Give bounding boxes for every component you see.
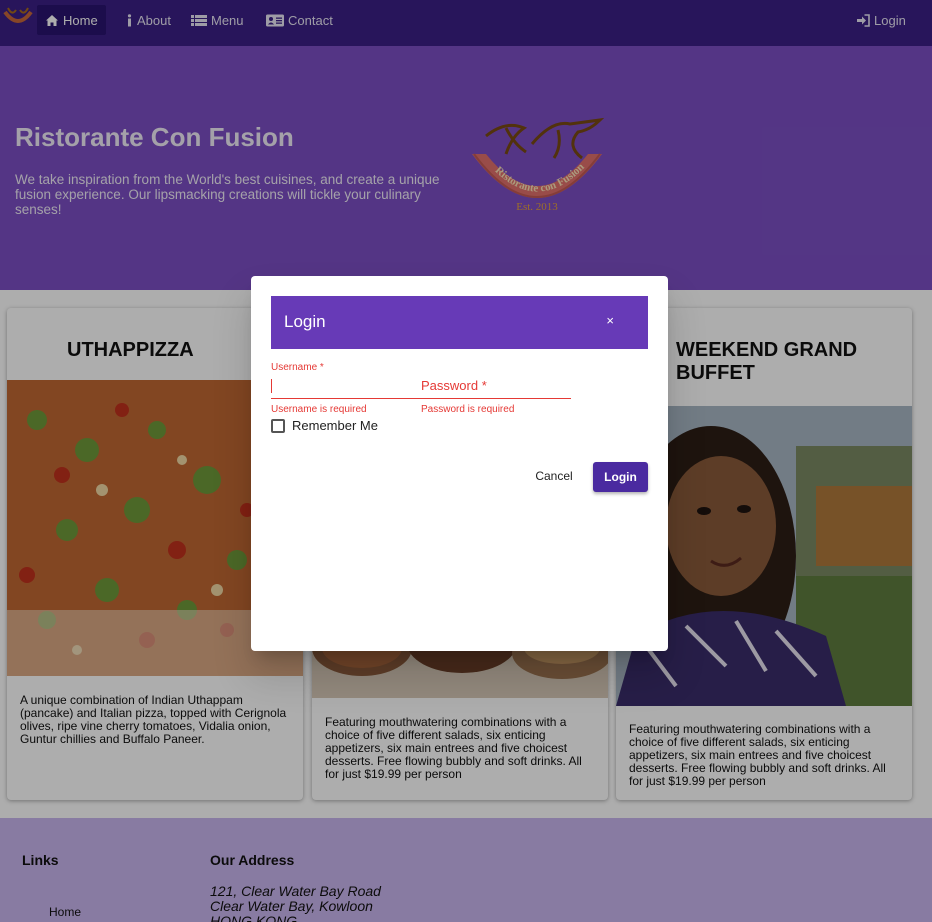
username-label: Username *: [271, 362, 324, 373]
remember-me-checkbox[interactable]: [271, 419, 285, 433]
dialog-title: Login: [284, 312, 326, 331]
cancel-button[interactable]: Cancel: [531, 464, 577, 488]
login-button[interactable]: Login: [593, 462, 648, 492]
dialog-header: Login ×: [271, 296, 648, 349]
username-error: Username is required: [271, 404, 367, 415]
password-error: Password is required: [421, 404, 515, 415]
login-dialog: Login × Username * Username is required …: [251, 276, 668, 651]
text-caret: [271, 379, 272, 393]
username-input[interactable]: [271, 379, 421, 399]
password-label: Password *: [421, 378, 487, 393]
remember-me-label[interactable]: Remember Me: [292, 418, 378, 433]
close-button[interactable]: ×: [606, 313, 614, 328]
